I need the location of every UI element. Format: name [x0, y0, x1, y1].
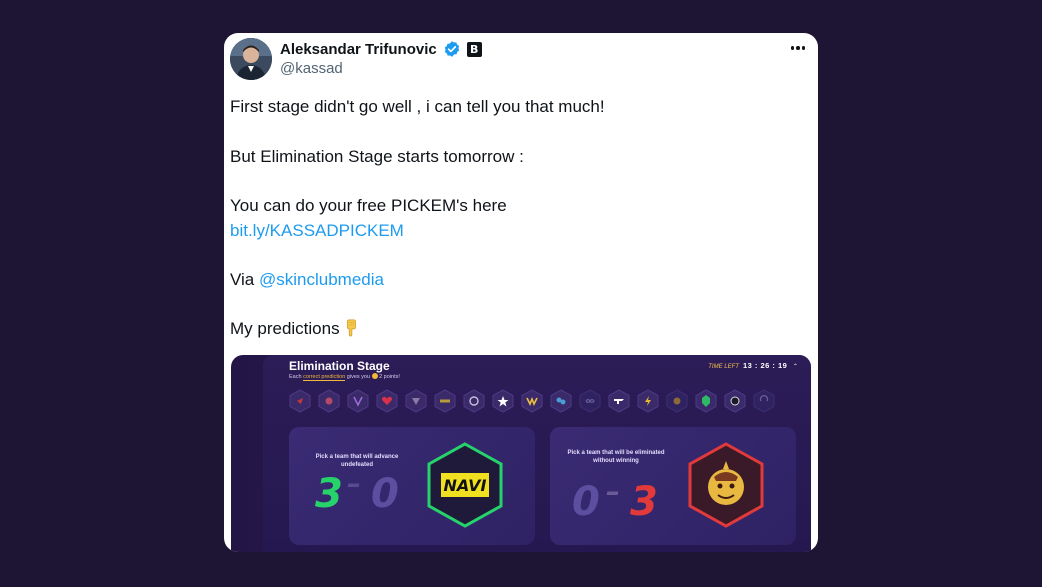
tweet-text-line1: First stage didn't go well , i can tell …: [230, 97, 605, 116]
more-options-icon[interactable]: [786, 39, 810, 57]
tweet-media-image[interactable]: Elimination Stage Each correct predictio…: [231, 355, 811, 552]
score-dash: –: [606, 475, 620, 508]
score-wins: 3: [315, 471, 343, 517]
team-strip: [289, 389, 775, 413]
pickem-link[interactable]: bit.ly/KASSADPICKEM: [230, 221, 404, 241]
sub-suffix: 2 points!: [377, 374, 400, 380]
team-icon[interactable]: [347, 389, 369, 413]
team-icon[interactable]: [318, 389, 340, 413]
team-icon[interactable]: [608, 389, 630, 413]
team-icon[interactable]: [637, 389, 659, 413]
author-handle[interactable]: @kassad: [280, 60, 343, 77]
tweet-text-line2: But Elimination Stage starts tomorrow :: [230, 147, 524, 166]
team-icon[interactable]: [753, 389, 775, 413]
affiliate-badge[interactable]: B: [466, 41, 482, 57]
time-value: 13 : 26 : 19: [742, 361, 788, 370]
score-losses: 3: [630, 479, 658, 525]
predictions-text: My predictions: [230, 319, 340, 338]
sub-mid: gives you: [345, 374, 372, 380]
navi-team-logo[interactable]: NAVI: [425, 441, 505, 529]
team-icon[interactable]: [666, 389, 688, 413]
time-left: TIME LEFT 13 : 26 : 19 ⌃: [708, 361, 797, 370]
team-icon[interactable]: [695, 389, 717, 413]
score-wins: 0: [572, 479, 600, 525]
verified-icon: [443, 40, 461, 58]
sub-highlight: correct prediction: [303, 374, 346, 381]
team-icon[interactable]: [579, 389, 601, 413]
team-icon[interactable]: [724, 389, 746, 413]
time-label: TIME LEFT: [708, 364, 739, 370]
author-name[interactable]: Aleksandar Trifunovic: [280, 41, 437, 58]
score-dash: –: [347, 467, 361, 500]
team-icon[interactable]: [289, 389, 311, 413]
tweet-text-line5: My predictions: [230, 319, 360, 339]
mention-link[interactable]: @skinclubmedia: [259, 270, 384, 289]
team-icon[interactable]: [434, 389, 456, 413]
team-icon[interactable]: [463, 389, 485, 413]
chevron-up-icon[interactable]: ⌃: [792, 364, 797, 370]
tweet-card: Aleksandar Trifunovic B @kassad First st…: [224, 33, 818, 552]
pointing-down-emoji-icon: [342, 319, 360, 337]
via-prefix: Via: [230, 270, 259, 289]
team-icon[interactable]: [492, 389, 514, 413]
eliminated-pick-panel[interactable]: Pick a team that will be eliminated with…: [550, 427, 796, 545]
stage-title: Elimination Stage: [289, 359, 390, 373]
navi-logo-text: NAVI: [443, 476, 486, 495]
team-icon[interactable]: [550, 389, 572, 413]
avatar[interactable]: [230, 38, 272, 80]
team-icon[interactable]: [376, 389, 398, 413]
eliminated-label: Pick a team that will be eliminated with…: [567, 450, 665, 464]
tweet-via-line: Via @skinclubmedia: [230, 270, 384, 290]
score-losses: 0: [371, 471, 399, 517]
team-icon[interactable]: [521, 389, 543, 413]
undefeated-pick-panel[interactable]: Pick a team that will advance undefeated…: [289, 427, 535, 545]
tweet-text-line3: You can do your free PICKEM's here: [230, 196, 507, 215]
eliminated-team-logo[interactable]: [686, 441, 766, 529]
sub-prefix: Each: [289, 374, 304, 380]
team-icon[interactable]: [405, 389, 427, 413]
stage-subtitle: Each correct prediction gives you 2 poin…: [289, 373, 400, 381]
